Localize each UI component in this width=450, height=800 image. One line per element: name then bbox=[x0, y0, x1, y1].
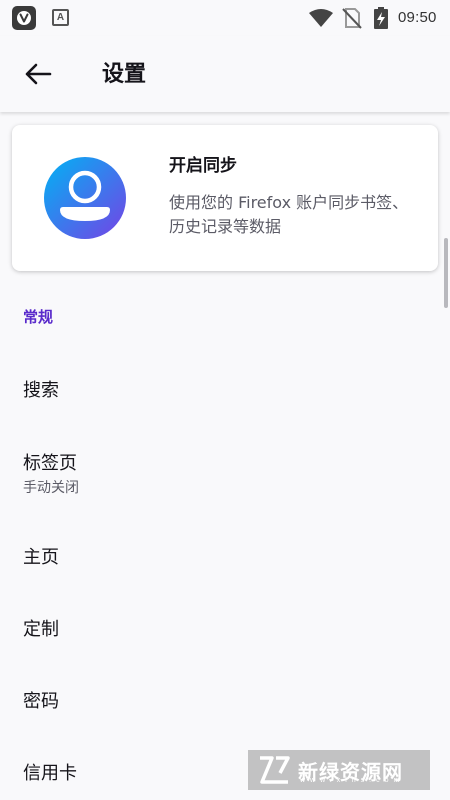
toolbar: 设置 bbox=[0, 36, 450, 112]
status-bar: A 09:50 bbox=[0, 0, 450, 36]
arrow-back-icon bbox=[25, 63, 52, 85]
pref-item-homepage[interactable]: 主页 bbox=[0, 519, 440, 589]
back-button[interactable] bbox=[14, 50, 62, 98]
scrollbar-thumb[interactable] bbox=[444, 238, 448, 308]
section-header-general: 常规 bbox=[23, 308, 54, 326]
watermark-logo-icon bbox=[260, 756, 290, 784]
pref-item-search[interactable]: 搜索 bbox=[0, 352, 440, 422]
pref-item-customize[interactable]: 定制 bbox=[0, 591, 440, 661]
watermark: 新绿资源网 www.xlhs.com bbox=[248, 750, 430, 790]
app-v-icon bbox=[12, 6, 36, 30]
pref-summary: 手动关闭 bbox=[23, 480, 79, 496]
sync-account-card[interactable]: 开启同步 使用您的 Firefox 账户同步书签、历史记录等数据 bbox=[12, 125, 438, 271]
pref-title: 标签页 bbox=[23, 453, 77, 474]
wifi-icon bbox=[308, 8, 334, 32]
status-time: 09:50 bbox=[398, 9, 437, 26]
pref-title: 密码 bbox=[23, 691, 59, 712]
settings-screen: A 09:50 设置 开启同步 使用您的 Firefox 账户同步书签、历史记录… bbox=[0, 0, 450, 800]
app-a-icon: A bbox=[52, 9, 69, 26]
watermark-url: www.xlhs.com bbox=[300, 777, 405, 784]
sync-description: 使用您的 Firefox 账户同步书签、历史记录等数据 bbox=[169, 193, 409, 236]
pref-item-passwords[interactable]: 密码 bbox=[0, 663, 440, 733]
account-avatar-icon bbox=[44, 157, 126, 239]
pref-title: 定制 bbox=[23, 619, 59, 640]
pref-title: 搜索 bbox=[23, 380, 59, 401]
no-sim-icon bbox=[342, 7, 362, 33]
pref-title: 信用卡 bbox=[23, 763, 77, 784]
page-title: 设置 bbox=[102, 62, 147, 87]
pref-title: 主页 bbox=[23, 547, 59, 568]
sync-title: 开启同步 bbox=[169, 156, 237, 176]
pref-item-tabs[interactable]: 标签页 手动关闭 bbox=[0, 436, 440, 516]
battery-charging-icon bbox=[374, 7, 388, 33]
